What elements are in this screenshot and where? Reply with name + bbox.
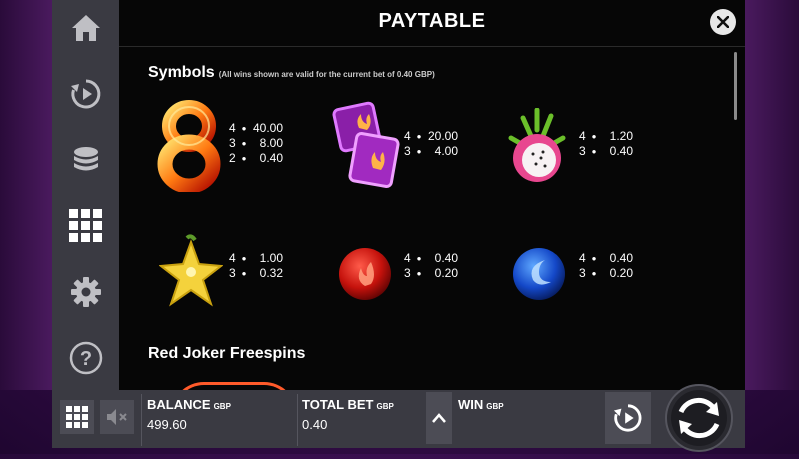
total-bet-field: TOTAL BET GBP 0.40 bbox=[302, 396, 426, 446]
panel-header: PAYTABLE bbox=[119, 0, 745, 47]
close-icon bbox=[717, 16, 729, 28]
win-field: WIN GBP bbox=[458, 396, 598, 446]
freespins-heading: Red Joker Freespins bbox=[148, 345, 306, 362]
red-orb-icon bbox=[337, 246, 393, 307]
bet-value: 0.40 bbox=[302, 417, 328, 432]
bet-currency: GBP bbox=[376, 402, 394, 411]
paytable-panel: PAYTABLE Symbols (All wins shown are vali… bbox=[119, 0, 745, 390]
autoplay-icon bbox=[613, 404, 642, 432]
purple-dice-icon bbox=[329, 98, 401, 197]
symbols-title: Symbols bbox=[148, 64, 215, 81]
svg-text:?: ? bbox=[80, 348, 92, 370]
background-left bbox=[0, 0, 52, 390]
balance-value: 499.60 bbox=[147, 417, 187, 432]
side-menu: ? bbox=[52, 0, 119, 390]
spin-button[interactable] bbox=[656, 380, 742, 454]
sound-toggle-button[interactable] bbox=[100, 400, 134, 434]
divider bbox=[297, 394, 298, 446]
pay-table-red-orb: 4 ● 0.40 3 ● 0.20 bbox=[404, 251, 458, 280]
symbols-heading: Symbols (All wins shown are valid for the… bbox=[148, 64, 435, 82]
pay-table-eight: 4 ● 40.00 3 ● 8.00 2 ● 0.40 bbox=[229, 121, 283, 165]
paytable-grid-icon[interactable] bbox=[68, 208, 104, 244]
autoplay-icon[interactable] bbox=[68, 76, 104, 112]
background-right bbox=[745, 0, 799, 390]
settings-icon[interactable] bbox=[68, 274, 104, 310]
grid-menu-icon bbox=[66, 406, 88, 428]
divider bbox=[141, 394, 142, 446]
bet-label: TOTAL BET bbox=[302, 397, 374, 412]
blue-orb-icon bbox=[511, 246, 567, 307]
balance-field: BALANCE GBP 499.60 bbox=[147, 396, 295, 446]
help-icon[interactable]: ? bbox=[68, 340, 104, 376]
autoplay-button[interactable] bbox=[605, 392, 651, 444]
red-eight-icon bbox=[155, 100, 223, 197]
pay-table-starfruit: 4 ● 1.00 3 ● 0.32 bbox=[229, 251, 283, 280]
win-currency: GBP bbox=[486, 402, 504, 411]
star-fruit-icon bbox=[158, 234, 224, 315]
chevron-up-icon bbox=[432, 413, 446, 423]
pay-table-dice: 4 ● 20.00 3 ● 4.00 bbox=[404, 129, 458, 158]
mute-icon bbox=[107, 409, 127, 425]
dragon-fruit-icon bbox=[503, 107, 571, 191]
win-label: WIN bbox=[458, 397, 484, 412]
coins-icon[interactable] bbox=[68, 142, 104, 178]
balance-currency: GBP bbox=[213, 402, 231, 411]
menu-button[interactable] bbox=[60, 400, 94, 434]
page-title: PAYTABLE bbox=[378, 10, 486, 32]
scrollbar[interactable] bbox=[734, 52, 737, 120]
bet-note: (All wins shown are valid for the curren… bbox=[218, 70, 435, 79]
bet-adjust-button[interactable] bbox=[426, 392, 452, 444]
pay-table-blue-orb: 4 ● 0.40 3 ● 0.20 bbox=[579, 251, 633, 280]
close-button[interactable] bbox=[710, 9, 736, 35]
red-joker-symbol-peek bbox=[171, 382, 297, 390]
pay-table-dragonfruit: 4 ● 1.20 3 ● 0.40 bbox=[579, 129, 633, 158]
balance-label: BALANCE bbox=[147, 397, 211, 412]
home-icon[interactable] bbox=[68, 10, 104, 46]
